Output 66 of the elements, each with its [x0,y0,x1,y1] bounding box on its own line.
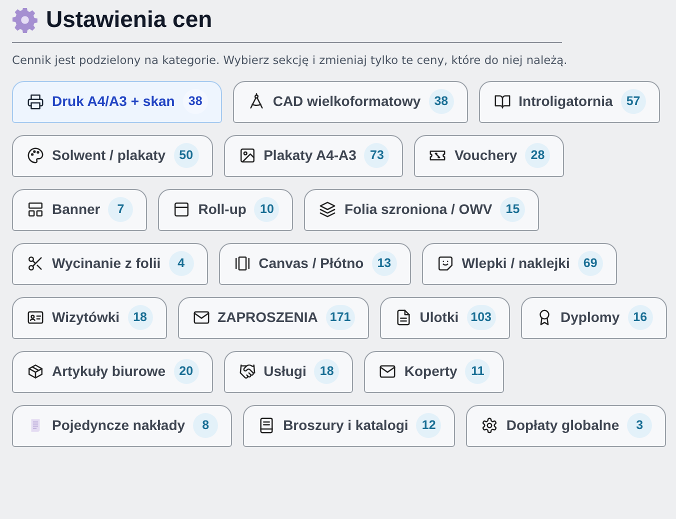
category-tab[interactable]: Introligatornia 57 [478,80,660,123]
carousel-icon [234,255,251,272]
id-card-icon [27,309,44,326]
layers-icon [319,201,336,218]
category-tab[interactable]: Dopłaty globalne 3 [466,404,666,447]
document-icon [394,309,412,326]
page-title: Ustawienia cen [46,6,212,34]
count-badge: 20 [174,359,199,384]
gear-icon [12,6,38,33]
compass-icon [248,93,265,110]
category-tab[interactable]: Wlepki / naklejki 69 [422,242,617,285]
count-badge: 50 [174,143,199,168]
category-tab[interactable]: Wizytówki 18 [12,296,167,339]
layout-icon [27,201,44,218]
count-badge: 10 [254,197,280,222]
mail-icon [192,309,210,326]
category-tab[interactable]: Plakaty A4-A3 73 [224,134,404,177]
count-badge: 38 [428,89,454,114]
count-badge: 57 [620,89,646,114]
image-icon [238,147,256,164]
count-badge: 7 [108,197,134,222]
category-tab[interactable]: Banner 7 [12,188,148,231]
count-badge: 28 [525,143,550,168]
category-tab[interactable]: CAD wielkoformatowy 38 [232,80,468,123]
category-tab[interactable]: Ulotki 103 [380,296,510,339]
count-badge: 73 [364,143,390,168]
count-badge: 16 [628,305,653,330]
category-tab[interactable]: Roll-up 10 [158,188,294,231]
count-badge: 103 [466,305,496,330]
count-badge: 11 [465,359,490,384]
count-badge: 4 [168,251,194,276]
category-tab[interactable]: Koperty 11 [364,350,504,393]
mail-icon [379,363,396,380]
category-tab[interactable]: Usługi 18 [224,350,354,393]
category-tab[interactable]: Pojedyncze nakłady 8 [12,404,232,447]
palette-icon [27,147,44,164]
category-tab[interactable]: Broszury i katalogi 12 [243,404,456,447]
count-badge: 15 [500,197,526,222]
category-tab[interactable]: Vouchery 28 [414,134,564,177]
page-description: Cennik jest podzielony na kategorie. Wybierz sekcję i zmieniaj tylko te ceny, które do niej należą. [12,52,568,69]
category-tab[interactable]: Wycinanie z folii 4 [12,242,208,285]
count-badge: 69 [578,251,603,276]
sticker-icon [436,255,454,272]
package-icon [27,363,44,380]
printer-icon [27,93,44,110]
count-badge: 38 [182,89,208,114]
count-badge: 13 [372,251,397,276]
count-badge: 3 [627,413,652,438]
category-tab[interactable]: Artykuły biurowe 20 [12,350,213,393]
panel-icon [173,201,190,218]
book-icon [494,93,511,110]
count-badge: 12 [416,413,442,438]
category-tab[interactable]: ZAPROSZENIA 171 [178,296,369,339]
count-badge: 18 [128,305,153,330]
notebook-icon [258,417,276,434]
count-badge: 8 [193,413,218,438]
scissors-icon [27,255,44,272]
category-tab[interactable]: Folia szroniona / OWV 15 [304,188,540,231]
category-tab[interactable]: Dyplomy 16 [520,296,667,339]
count-badge: 171 [326,305,355,330]
category-tab[interactable]: Druk A4/A3 + skan 38 [12,80,222,123]
category-tab[interactable]: Solwent / plakaty 50 [12,134,213,177]
settings-icon [481,417,498,434]
count-badge: 18 [314,359,340,384]
category-tab[interactable]: Canvas / Płótno 13 [218,242,411,285]
handshake-icon [238,363,256,380]
